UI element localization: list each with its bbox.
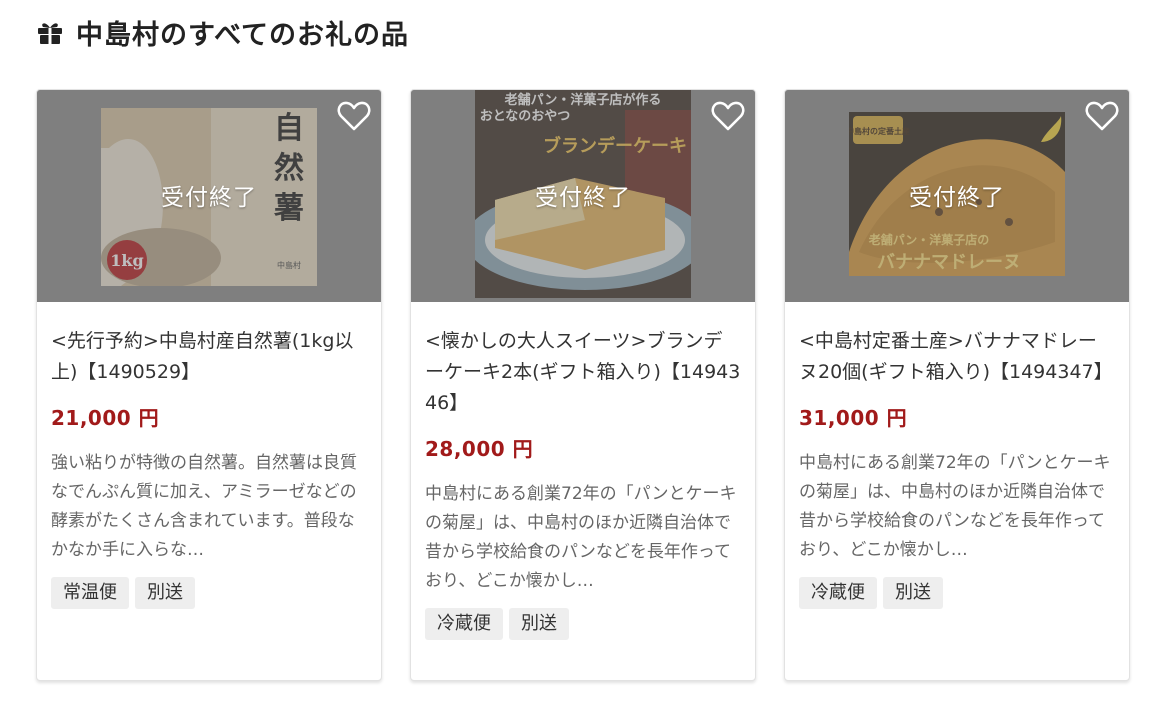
product-name[interactable]: <懐かしの大人スイーツ>ブランデーケーキ2本(ギフト箱入り)【1494346】 (425, 326, 741, 419)
heart-outline-icon[interactable] (711, 100, 745, 132)
status-label: 受付終了 (535, 185, 631, 211)
product-card[interactable]: 1kg 自 然 薯 中島村 受付終了 <先行予約>中島村産自然薯(1kg以上)【… (36, 89, 382, 681)
shipping-tag: 別送 (883, 577, 943, 609)
product-card[interactable]: 中島村の定番土産 老舗パン・洋菓子店の バナナマドレーヌ 受付終了 <中島村定番… (784, 89, 1130, 681)
card-body: <懐かしの大人スイーツ>ブランデーケーキ2本(ギフト箱入り)【1494346】 … (411, 326, 755, 640)
heart-outline-icon[interactable] (337, 100, 371, 132)
page-title: 中島村のすべてのお礼の品 (76, 19, 410, 51)
product-price: 21,000 円 (51, 406, 160, 430)
tag-list: 冷蔵便 別送 (425, 608, 741, 640)
product-name[interactable]: <先行予約>中島村産自然薯(1kg以上)【1490529】 (51, 326, 367, 388)
product-card[interactable]: 老舗パン・洋菓子店が作る おとなのおやつ ブランデーケーキ 受付終了 <懐かしの… (410, 89, 756, 681)
page-header: 中島村のすべてのお礼の品 (36, 14, 410, 51)
shipping-tag: 冷蔵便 (799, 577, 877, 609)
product-description: 中島村にある創業72年の「パンとケーキの菊屋」は、中島村のほか近隣自治体で昔から… (425, 484, 737, 591)
tag-list: 冷蔵便 別送 (799, 577, 1115, 609)
heart-outline-icon[interactable] (1085, 100, 1119, 132)
shipping-tag: 常温便 (51, 577, 129, 609)
product-thumbnail[interactable]: 老舗パン・洋菓子店が作る おとなのおやつ ブランデーケーキ 受付終了 (411, 90, 755, 302)
product-description: 強い粘りが特徴の自然薯。自然薯は良質なでんぷん質に加え、アミラーゼなどの酵素がた… (51, 453, 357, 560)
product-description: 中島村にある創業72年の「パンとケーキの菊屋」は、中島村のほか近隣自治体で昔から… (799, 453, 1111, 560)
status-label: 受付終了 (909, 185, 1005, 211)
shipping-tag: 別送 (135, 577, 195, 609)
shipping-tag: 冷蔵便 (425, 608, 503, 640)
card-body: <中島村定番土産>バナナマドレーヌ20個(ギフト箱入り)【1494347】 31… (785, 326, 1129, 609)
tag-list: 常温便 別送 (51, 577, 367, 609)
product-name[interactable]: <中島村定番土産>バナナマドレーヌ20個(ギフト箱入り)【1494347】 (799, 326, 1115, 388)
product-thumbnail[interactable]: 1kg 自 然 薯 中島村 受付終了 (37, 90, 381, 302)
card-body: <先行予約>中島村産自然薯(1kg以上)【1490529】 21,000 円 強… (37, 326, 381, 609)
product-price: 31,000 円 (799, 406, 908, 430)
gift-icon (36, 18, 64, 46)
product-price: 28,000 円 (425, 437, 534, 461)
status-label: 受付終了 (161, 185, 257, 211)
product-thumbnail[interactable]: 中島村の定番土産 老舗パン・洋菓子店の バナナマドレーヌ 受付終了 (785, 90, 1129, 302)
shipping-tag: 別送 (509, 608, 569, 640)
